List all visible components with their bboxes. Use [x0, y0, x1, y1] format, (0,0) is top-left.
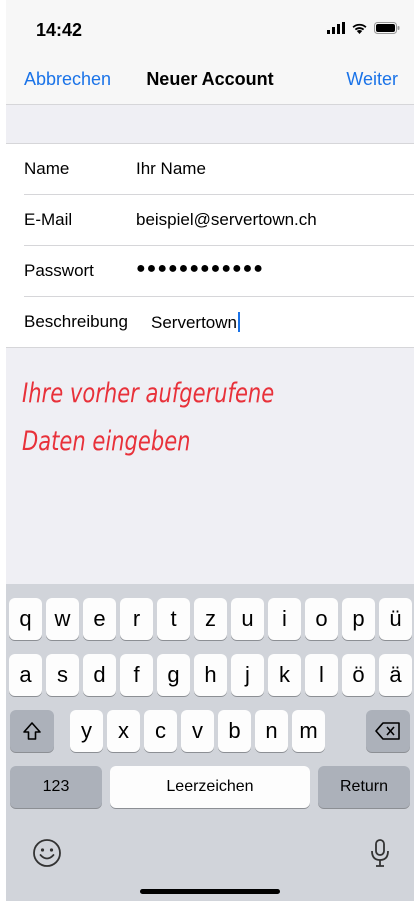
key-v[interactable]: v [181, 710, 214, 752]
key-b[interactable]: b [218, 710, 251, 752]
key-c[interactable]: c [144, 710, 177, 752]
key-k[interactable]: k [268, 654, 301, 696]
password-field[interactable]: ●●●●●●●●●●●● [136, 260, 264, 278]
emoji-icon [33, 839, 61, 867]
dictation-button[interactable] [370, 838, 390, 873]
microphone-icon [371, 839, 389, 867]
key-t[interactable]: t [157, 598, 190, 640]
status-time: 14:42 [36, 20, 83, 40]
space-key[interactable]: Leerzeichen [110, 766, 310, 808]
key-z[interactable]: z [194, 598, 227, 640]
annotation-line-1: Ihre vorher aufgerufene [22, 378, 275, 409]
handwritten-annotation: Ihre vorher aufgerufene Daten eingeben [22, 370, 274, 466]
key-m[interactable]: m [292, 710, 325, 752]
key-ö[interactable]: ö [342, 654, 375, 696]
return-key[interactable]: Return [318, 766, 410, 808]
name-row[interactable]: Name Ihr Name [24, 144, 414, 195]
numbers-key[interactable]: 123 [10, 766, 102, 808]
key-a[interactable]: a [9, 654, 42, 696]
description-label: Beschreibung [24, 312, 128, 331]
key-g[interactable]: g [157, 654, 190, 696]
key-o[interactable]: o [305, 598, 338, 640]
shift-icon [23, 722, 41, 740]
key-f[interactable]: f [120, 654, 153, 696]
account-form: Name Ihr Name E-Mail beispiel@servertown… [6, 143, 414, 348]
annotation-line-2: Daten eingeben [22, 426, 191, 457]
key-x[interactable]: x [107, 710, 140, 752]
key-j[interactable]: j [231, 654, 264, 696]
key-l[interactable]: l [305, 654, 338, 696]
key-ü[interactable]: ü [379, 598, 412, 640]
key-d[interactable]: d [83, 654, 116, 696]
key-p[interactable]: p [342, 598, 375, 640]
key-s[interactable]: s [46, 654, 79, 696]
keyboard: qwertzuiopü asdfghjklöä yxcvbnm 123 Leerze… [6, 584, 414, 901]
email-row[interactable]: E-Mail beispiel@servertown.ch [24, 195, 414, 246]
emoji-button[interactable] [32, 838, 62, 873]
key-u[interactable]: u [231, 598, 264, 640]
shift-key[interactable] [10, 710, 54, 752]
key-n[interactable]: n [255, 710, 288, 752]
password-label: Passwort [24, 261, 94, 280]
email-label: E-Mail [24, 210, 73, 229]
battery-icon [374, 22, 400, 34]
next-button[interactable]: Weiter [346, 69, 398, 90]
key-h[interactable]: h [194, 654, 227, 696]
key-y[interactable]: y [70, 710, 103, 752]
key-w[interactable]: w [46, 598, 79, 640]
status-icons [327, 22, 400, 34]
description-value: Servertown [151, 313, 237, 332]
signal-icon [327, 22, 345, 34]
phone-screen: 14:42 Abbrechen Neuer Account Weiter Nam… [6, 0, 414, 901]
wifi-icon [352, 23, 367, 34]
key-r[interactable]: r [120, 598, 153, 640]
backspace-key[interactable] [366, 710, 410, 752]
key-q[interactable]: q [9, 598, 42, 640]
key-i[interactable]: i [268, 598, 301, 640]
text-cursor [237, 312, 240, 332]
home-indicator[interactable] [140, 889, 280, 894]
key-ä[interactable]: ä [379, 654, 412, 696]
description-row[interactable]: Beschreibung Servertown [24, 297, 414, 347]
name-field[interactable]: Ihr Name [136, 159, 206, 179]
password-row[interactable]: Passwort ●●●●●●●●●●●● [24, 246, 414, 297]
backspace-icon [375, 722, 400, 740]
navigation-bar: Abbrechen Neuer Account Weiter [6, 60, 414, 105]
status-bar: 14:42 [6, 0, 414, 60]
key-e[interactable]: e [83, 598, 116, 640]
email-field[interactable]: beispiel@servertown.ch [136, 210, 317, 230]
name-label: Name [24, 159, 70, 178]
description-field[interactable]: Servertown [151, 312, 240, 333]
